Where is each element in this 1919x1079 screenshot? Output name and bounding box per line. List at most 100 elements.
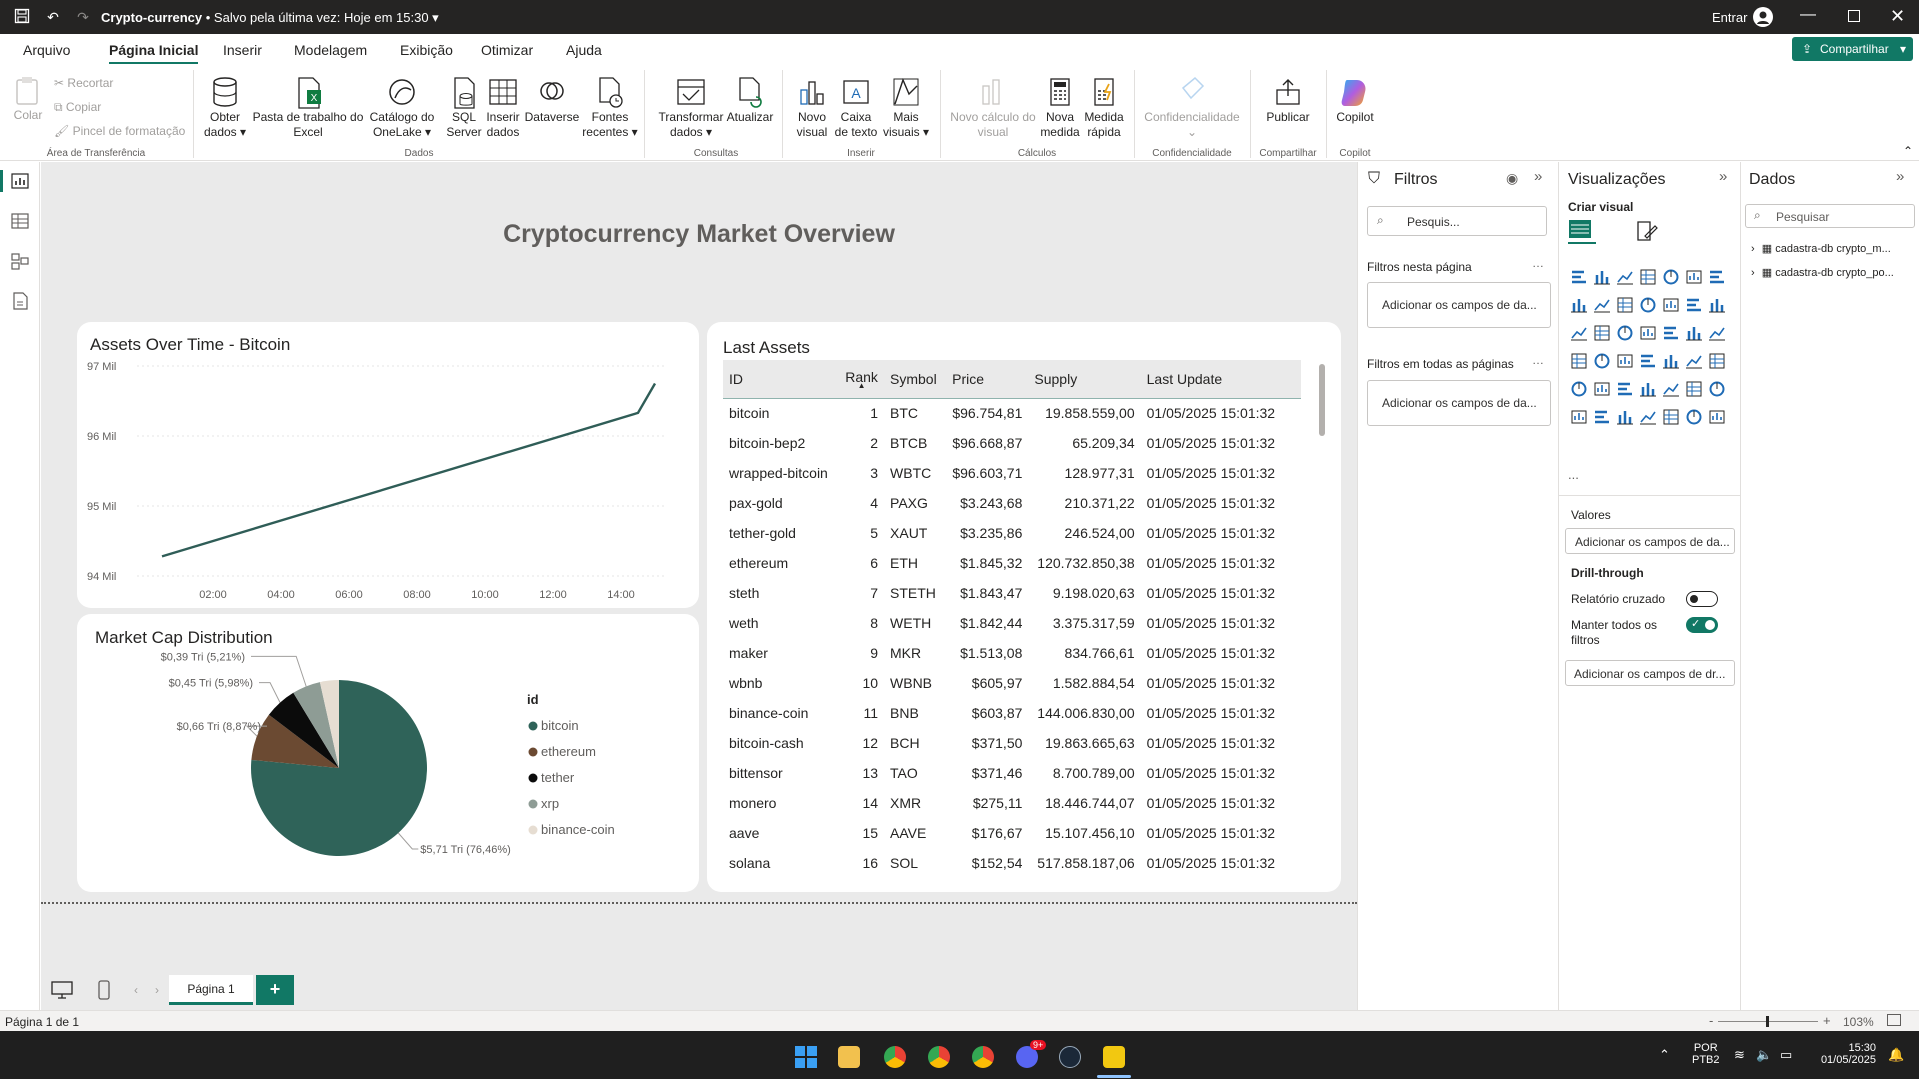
keep-filters-toggle[interactable]: ✓ [1686,617,1718,633]
table-scroll-area[interactable]: ID Rank ▲ Symbol Price Supply Last Update bitc… [723,360,1301,882]
line-clustered-visual-icon[interactable] [1662,296,1680,314]
pie-visual-icon[interactable] [1616,324,1634,342]
more-options-icon[interactable]: … [1532,353,1544,367]
data-table-item[interactable]: › ▦ cadastra-db crypto_po... [1751,266,1894,279]
chrome-profile-icon[interactable] [972,1046,994,1068]
waterfall-visual-icon[interactable] [1708,296,1726,314]
copilot-button[interactable]: Copilot [1332,76,1378,125]
table-row[interactable]: aave 15 AAVE $176,67 15.107.456,10 01/05/2025… [723,818,1301,848]
100-column-visual-icon[interactable] [1685,268,1703,286]
multi-row-card-visual-icon[interactable] [1639,352,1657,370]
table-row[interactable]: bitcoin-cash 12 BCH $371,50 19.863.665,63 01/… [723,728,1301,758]
table-row[interactable]: wrapped-bitcoin 3 WBTC $96.603,71 128.977,31… [723,458,1301,488]
menu-otimizar[interactable]: Otimizar [481,42,533,58]
trophy-visual-icon[interactable] [1570,408,1588,426]
quick-measure-button[interactable]: Medida rápida [1082,76,1126,140]
notifications-icon[interactable]: 🔔 [1888,1047,1904,1063]
table-scrollbar[interactable] [1319,364,1325,436]
line-chart-visual[interactable]: Assets Over Time - Bitcoin 94 Mil 95 Mil 9… [77,322,699,608]
user-avatar-icon[interactable] [1753,7,1773,27]
treemap-visual-icon[interactable] [1662,324,1680,342]
add-page-button[interactable]: + [256,975,294,1005]
sensitivity-button[interactable]: Confidencialidade ⌄ [1140,76,1244,140]
wifi-icon[interactable]: ≋ [1734,1047,1745,1063]
r-visual-visual-icon[interactable] [1593,380,1611,398]
column-header-symbol[interactable]: Symbol [884,360,946,398]
close-icon[interactable]: ✕ [1890,6,1905,27]
data-table-item[interactable]: › ▦ cadastra-db crypto_m... [1751,242,1891,255]
volume-icon[interactable]: 🔈 [1756,1047,1772,1063]
report-view-icon[interactable] [11,172,29,190]
more-chevron-visual-icon[interactable] [1708,408,1726,426]
tab-pagina-1[interactable]: Página 1 [169,975,253,1005]
filters-on-page-dropzone[interactable]: Adicionar os campos de da... [1367,282,1551,328]
decomposition-tree-visual-icon[interactable] [1662,380,1680,398]
more-options-icon[interactable]: … [1532,256,1544,270]
table-row[interactable]: bitcoin-bep2 2 BTCB $96.668,87 65.209,34 01/0… [723,428,1301,458]
steam-icon[interactable] [1059,1046,1081,1068]
language-indicator[interactable]: POR PTB2 [1692,1042,1720,1066]
format-visual-tab[interactable] [1635,220,1659,242]
signin-label[interactable]: Entrar [1712,10,1747,25]
area-visual-icon[interactable] [1570,296,1588,314]
eye-icon[interactable]: ◉ [1506,170,1518,187]
data-search-input[interactable]: ⌕ Pesquisar [1745,204,1915,228]
100-area-visual-icon[interactable] [1616,296,1634,314]
table-row[interactable]: weth 8 WETH $1.842,44 3.375.317,59 01/05/2025… [723,608,1301,638]
qa-visual-icon[interactable] [1685,380,1703,398]
stacked-column-visual-icon[interactable] [1593,268,1611,286]
narrative-visual-icon[interactable] [1708,380,1726,398]
donut-visual-icon[interactable] [1639,324,1657,342]
menu-arquivo[interactable]: Arquivo [23,42,70,58]
mobile-layout-icon[interactable] [98,980,110,1000]
model-view-icon[interactable] [11,252,29,270]
filters-all-pages-dropzone[interactable]: Adicionar os campos de da... [1367,380,1551,426]
get-data-button[interactable]: Obter dados ▾ [200,76,250,140]
diamond-visual-icon[interactable] [1685,408,1703,426]
build-visual-tab[interactable] [1568,218,1596,244]
100-bar-visual-icon[interactable] [1662,268,1680,286]
next-page-icon[interactable]: › [155,983,159,997]
zoom-in-button[interactable]: + [1823,1013,1831,1028]
menu-exibicao[interactable]: Exibição [400,42,453,58]
collapse-pane-icon[interactable]: » [1534,168,1542,185]
dax-query-view-icon[interactable] [11,292,29,310]
copy-button[interactable]: ⧉ Copiar [54,100,101,115]
table-row[interactable]: ethereum 6 ETH $1.845,32 120.732.850,38 01/05… [723,548,1301,578]
kpi-visual-icon[interactable] [1662,352,1680,370]
column-header-id[interactable]: ID [723,360,839,398]
slicer-visual-icon[interactable] [1685,352,1703,370]
zoom-out-button[interactable]: - [1709,1013,1713,1028]
menu-modelagem[interactable]: Modelagem [294,42,367,58]
new-visual-button[interactable]: Novo visual [790,76,834,140]
collapse-ribbon-icon[interactable]: ⌃ [1903,144,1913,158]
pie-chart-visual[interactable]: Market Cap Distribution $5,71 Tri (76,46… [77,614,699,892]
publish-button[interactable]: Publicar [1260,76,1316,125]
cut-button[interactable]: ✂ Recortar [54,76,113,90]
esri-visual-icon[interactable] [1662,408,1680,426]
map-visual-icon[interactable] [1685,324,1703,342]
table-row[interactable]: bittensor 13 TAO $371,46 8.700.789,00 01/05/2… [723,758,1301,788]
chrome-icon[interactable] [884,1046,906,1068]
text-box-button[interactable]: A Caixa de texto [834,76,878,140]
cross-report-toggle[interactable] [1686,591,1718,607]
window-title[interactable]: Crypto-currency • Salvo pela última vez:… [101,10,439,26]
table-visual[interactable]: Last Assets ID Rank ▲ Symbol Price Supply Last… [707,322,1341,892]
table-row[interactable]: pax-gold 4 PAXG $3.243,68 210.371,22 01/05/20… [723,488,1301,518]
enter-data-button[interactable]: Inserir dados [484,76,522,140]
clustered-column-visual-icon[interactable] [1639,268,1657,286]
table-row[interactable]: binance-coin 11 BNB $603,87 144.006.830,00 01… [723,698,1301,728]
values-dropzone[interactable]: Adicionar os campos de da... [1565,528,1735,554]
matrix-visual-icon[interactable] [1570,380,1588,398]
recent-sources-button[interactable]: Fontes recentes ▾ [582,76,638,140]
table-row[interactable]: solana 16 SOL $152,54 517.858.187,06 01/05/20… [723,848,1301,878]
excel-button[interactable]: X Pasta de trabalho do Excel [250,76,366,140]
paste-button[interactable]: Colar [12,76,44,123]
stacked-area-visual-icon[interactable] [1593,296,1611,314]
chrome-profile-icon[interactable] [928,1046,950,1068]
share-button[interactable]: ⇪ Compartilhar ▾ [1792,37,1913,61]
power-apps-visual-icon[interactable] [1616,408,1634,426]
maximize-icon[interactable] [1848,10,1860,22]
scatter-visual-icon[interactable] [1593,324,1611,342]
key-influencers-visual-icon[interactable] [1639,380,1657,398]
